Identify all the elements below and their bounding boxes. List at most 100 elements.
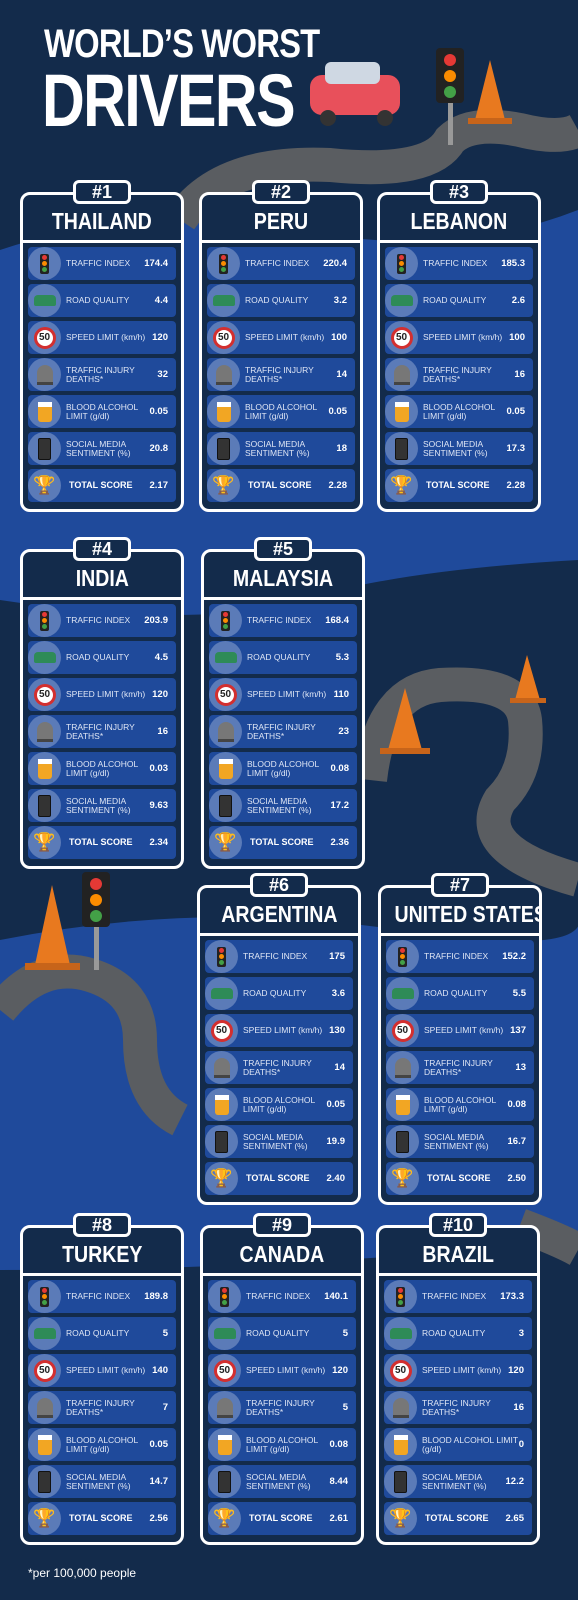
stat-value: 0.08 [329, 1439, 349, 1450]
stat-label: TRAFFIC INDEX [245, 258, 310, 268]
stat-row-road-quality: ROAD QUALITY 5.5 [386, 977, 534, 1010]
stat-value: 8.44 [329, 1476, 349, 1487]
stat-value: 0.05 [506, 406, 526, 417]
gravestone-icon [385, 358, 418, 391]
stat-row-road-quality: ROAD QUALITY 2.6 [385, 284, 533, 317]
stat-row-traffic-index: TRAFFIC INDEX 140.1 [208, 1280, 356, 1313]
stat-label: ROAD QUALITY [66, 295, 130, 305]
country-card: #10 BRAZIL TRAFFIC INDEX 173.3 ROAD QUAL… [376, 1213, 540, 1545]
stat-row-blood-alcohol: BLOOD ALCOHOL LIMIT (g/dl) 0.05 [205, 1088, 353, 1121]
stat-row-injury-deaths: TRAFFIC INJURY DEATHS* 23 [209, 715, 357, 748]
stat-value: 0.05 [328, 406, 348, 417]
stat-label: BLOOD ALCOHOL LIMIT (g/dl) [243, 1094, 315, 1114]
stat-value: 130 [329, 1025, 345, 1036]
stat-value: 0.08 [330, 763, 350, 774]
stat-row-total-score: 🏆 TOTAL SCORE 2.17 [28, 469, 176, 502]
stat-row-social-media: SOCIAL MEDIA SENTIMENT (%) 12.2 [384, 1465, 532, 1498]
stat-value: 174.4 [144, 258, 168, 269]
stat-value: 120 [332, 1365, 348, 1376]
stat-value: 120 [152, 332, 168, 343]
stat-row-road-quality: ROAD QUALITY 3 [384, 1317, 532, 1350]
stat-label: TOTAL SCORE [249, 1513, 313, 1523]
stat-label: TOTAL SCORE [248, 480, 312, 490]
stat-label: SOCIAL MEDIA SENTIMENT (%) [422, 1471, 487, 1491]
car-icon [209, 641, 242, 674]
gravestone-icon [386, 1051, 419, 1084]
stat-value: 5 [342, 1328, 348, 1339]
stat-row-blood-alcohol: BLOOD ALCOHOL LIMIT (g/dl) 0.05 [385, 395, 533, 428]
stat-label: TRAFFIC INDEX [247, 615, 312, 625]
rank-badge: #10 [429, 1213, 487, 1237]
stat-value: 2.34 [149, 837, 169, 848]
smartphone-icon [205, 1125, 238, 1158]
car-icon [28, 641, 61, 674]
beer-glass-icon [205, 1088, 238, 1121]
stat-label: BLOOD ALCOHOL LIMIT (g/dl) [66, 758, 138, 778]
stat-value: 3.6 [331, 988, 345, 999]
stat-row-social-media: SOCIAL MEDIA SENTIMENT (%) 9.63 [28, 789, 176, 822]
stat-value: 100 [331, 332, 347, 343]
stat-row-injury-deaths: TRAFFIC INJURY DEATHS* 14 [207, 358, 355, 391]
stat-label: ROAD QUALITY [423, 295, 487, 305]
stat-row-blood-alcohol: BLOOD ALCOHOL LIMIT (g/dl) 0.08 [208, 1428, 356, 1461]
stat-value: 4.4 [154, 295, 168, 306]
stat-label: SPEED LIMIT (km/h) [243, 1025, 323, 1035]
stat-label: BLOOD ALCOHOL LIMIT (g/dl) [247, 758, 319, 778]
stat-label: SOCIAL MEDIA SENTIMENT (%) [243, 1131, 308, 1151]
stat-value: 3 [518, 1328, 524, 1339]
stat-value: 2.61 [329, 1513, 349, 1524]
stat-label: BLOOD ALCOHOL LIMIT (g/dl) [423, 401, 495, 421]
country-card: #3 LEBANON TRAFFIC INDEX 185.3 ROAD QUAL… [377, 180, 541, 512]
stat-value: 14 [334, 1062, 345, 1073]
stat-row-injury-deaths: TRAFFIC INJURY DEATHS* 16 [384, 1391, 532, 1424]
stat-row-social-media: SOCIAL MEDIA SENTIMENT (%) 20.8 [28, 432, 176, 465]
title-line-2: DRIVERS [42, 59, 296, 142]
stat-label: SPEED LIMIT (km/h) [246, 1365, 326, 1375]
beer-glass-icon [207, 395, 240, 428]
stat-value: 0.05 [149, 1439, 169, 1450]
stat-label: BLOOD ALCOHOL LIMIT (g/dl) [424, 1094, 496, 1114]
stat-value: 9.63 [149, 800, 169, 811]
country-card: #1 THAILAND TRAFFIC INDEX 174.4 ROAD QUA… [20, 180, 184, 512]
stat-label: TRAFFIC INDEX [423, 258, 488, 268]
stat-row-speed-limit: 50 SPEED LIMIT (km/h) 120 [384, 1354, 532, 1387]
stat-label: TRAFFIC INJURY DEATHS* [245, 364, 314, 384]
trophy-icon: 🏆 [28, 469, 61, 502]
speed-limit-sign-icon: 50 [28, 678, 61, 711]
speed-limit-sign-icon: 50 [28, 321, 61, 354]
stat-label: SPEED LIMIT (km/h) [247, 689, 327, 699]
stat-label: SOCIAL MEDIA SENTIMENT (%) [245, 438, 310, 458]
smartphone-icon [28, 1465, 61, 1498]
beer-glass-icon [28, 1428, 61, 1461]
gravestone-icon [209, 715, 242, 748]
stat-row-blood-alcohol: BLOOD ALCOHOL LIMIT (g/dl) 0.05 [28, 1428, 176, 1461]
stat-row-traffic-index: TRAFFIC INDEX 168.4 [209, 604, 357, 637]
stat-value: 0.08 [507, 1099, 527, 1110]
stat-row-injury-deaths: TRAFFIC INJURY DEATHS* 14 [205, 1051, 353, 1084]
smartphone-icon [385, 432, 418, 465]
stat-value: 7 [162, 1402, 168, 1413]
stat-row-road-quality: ROAD QUALITY 3.2 [207, 284, 355, 317]
stat-row-road-quality: ROAD QUALITY 5 [208, 1317, 356, 1350]
stat-label: SPEED LIMIT (km/h) [422, 1365, 502, 1375]
gravestone-icon [205, 1051, 238, 1084]
trophy-icon: 🏆 [205, 1162, 238, 1195]
stat-value: 18 [336, 443, 347, 454]
traffic-light-icon [384, 1280, 417, 1313]
beer-glass-icon [28, 395, 61, 428]
stat-value: 2.17 [149, 480, 169, 491]
smartphone-icon [207, 432, 240, 465]
stat-label: SPEED LIMIT (km/h) [245, 332, 325, 342]
stat-row-traffic-index: TRAFFIC INDEX 220.4 [207, 247, 355, 280]
stat-label: ROAD QUALITY [247, 652, 311, 662]
rank-badge: #4 [73, 537, 131, 561]
rank-badge: #7 [431, 873, 489, 897]
stat-value: 120 [152, 689, 168, 700]
stat-row-speed-limit: 50 SPEED LIMIT (km/h) 110 [209, 678, 357, 711]
stat-row-total-score: 🏆 TOTAL SCORE 2.61 [208, 1502, 356, 1535]
trophy-icon: 🏆 [207, 469, 240, 502]
traffic-light-icon [28, 247, 61, 280]
stat-value: 4.5 [154, 652, 168, 663]
stat-label: TRAFFIC INDEX [246, 1291, 311, 1301]
stat-row-total-score: 🏆 TOTAL SCORE 2.36 [209, 826, 357, 859]
